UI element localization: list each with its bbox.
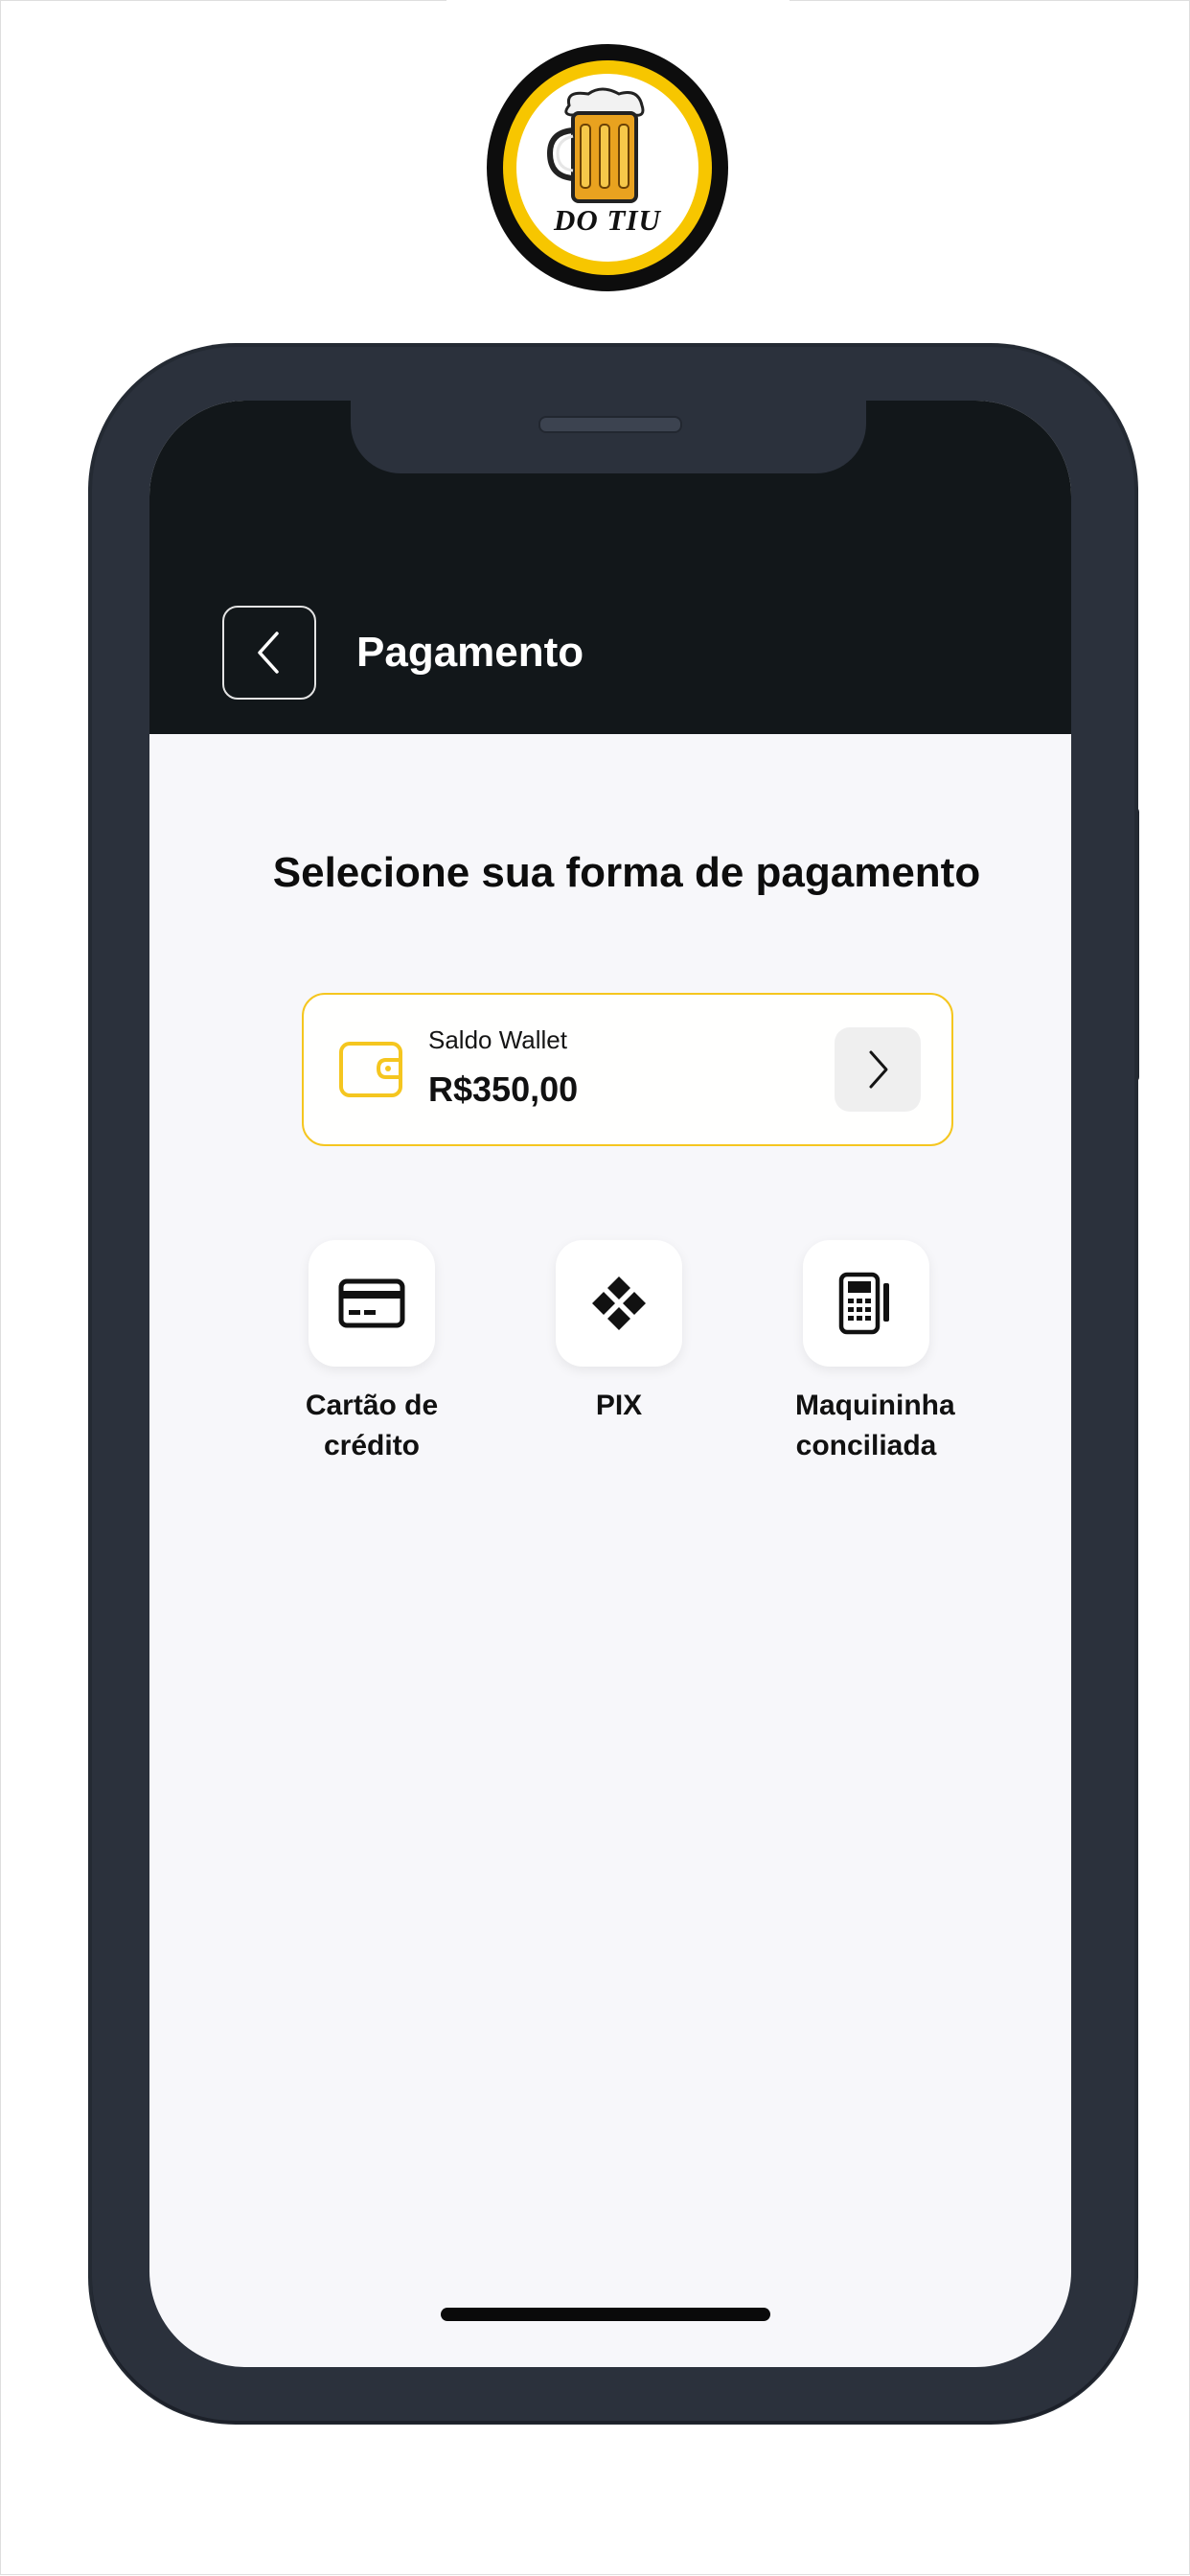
section-title: Selecione sua forma de pagamento [272, 849, 981, 896]
page-frame-top [0, 0, 446, 1]
phone-notch [351, 401, 866, 473]
phone-mockup: Pagamento Selecione sua forma de pagamen… [92, 347, 1134, 2421]
wallet-arrow-button[interactable] [835, 1027, 921, 1112]
page-title: Pagamento [356, 629, 584, 676]
wallet-label: Saldo Wallet [428, 1025, 567, 1054]
method-label: PIX [595, 1390, 643, 1421]
card-machine-icon [838, 1272, 889, 1335]
pix-icon [592, 1276, 646, 1330]
payment-method-card-machine[interactable]: Maquininha conciliada [761, 1240, 972, 1466]
credit-card-icon [338, 1278, 405, 1328]
chevron-left-icon [258, 632, 279, 674]
payment-method-credit-card[interactable]: Cartão de crédito [266, 1240, 477, 1466]
method-label: Maquininha conciliada [795, 1390, 955, 1461]
method-label: Cartão de crédito [305, 1390, 439, 1461]
app-header: Pagamento [149, 401, 1071, 734]
wallet-icon [339, 1042, 402, 1097]
method-tile[interactable] [803, 1240, 929, 1367]
home-indicator [441, 2308, 770, 2321]
back-button[interactable] [222, 606, 316, 700]
method-tile[interactable] [309, 1240, 435, 1367]
page-frame-top [790, 0, 1190, 1]
phone-speaker [538, 416, 682, 433]
wallet-amount: R$350,00 [428, 1070, 579, 1109]
logo-text: DO TIU [554, 203, 661, 237]
brand-logo: DO TIU [487, 44, 728, 291]
payment-method-pix[interactable]: PIX [514, 1240, 724, 1426]
phone-screen: Pagamento Selecione sua forma de pagamen… [149, 401, 1071, 2367]
method-tile[interactable] [556, 1240, 682, 1367]
chevron-right-icon [869, 1050, 888, 1089]
beer-mug-icon [546, 87, 645, 203]
wallet-balance-card[interactable]: Saldo Wallet R$350,00 [302, 993, 953, 1146]
